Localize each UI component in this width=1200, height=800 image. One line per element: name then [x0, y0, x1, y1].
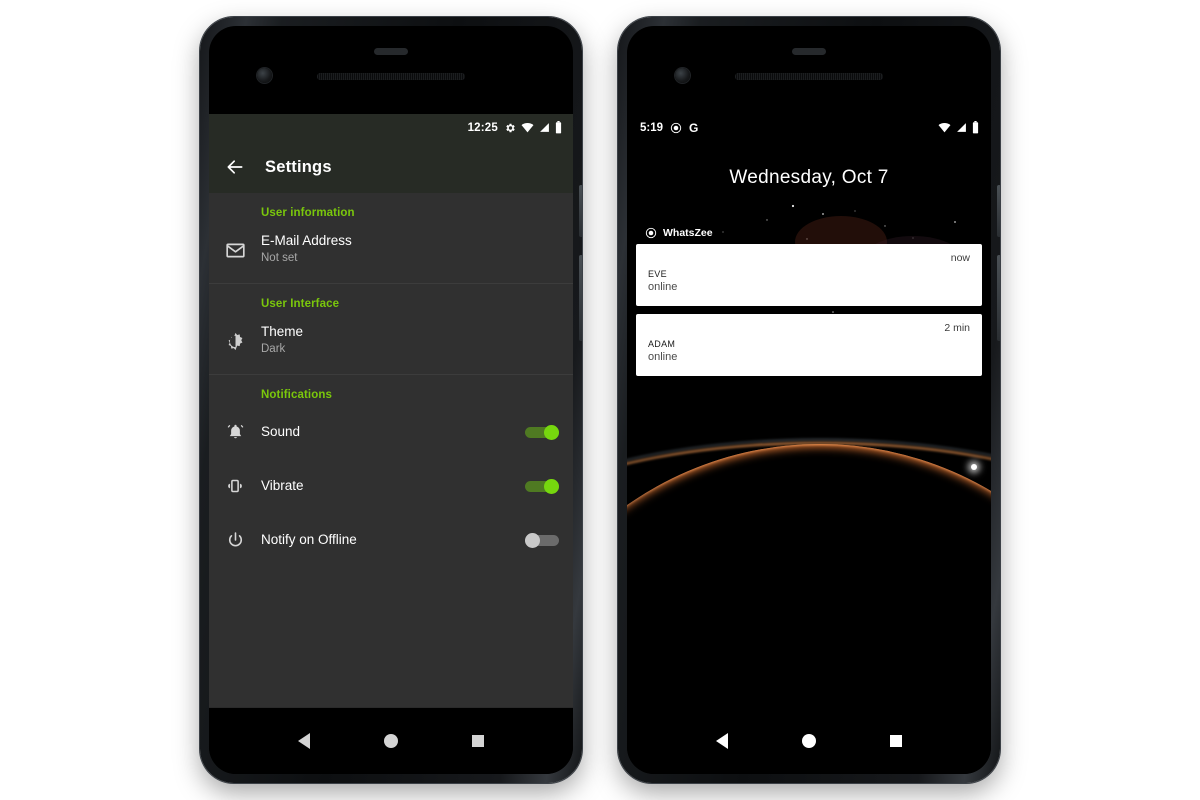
earpiece-speaker — [317, 73, 465, 80]
notification-title: Adam — [648, 335, 676, 350]
wifi-icon — [938, 122, 951, 133]
settings-row-email-address[interactable]: E-Mail Address Not set — [209, 223, 573, 277]
notification-card[interactable]: now Eve online — [636, 244, 982, 306]
notify-on-offline-toggle[interactable] — [525, 533, 559, 548]
settings-section-user-interface: User Interface Theme Dark — [209, 283, 573, 374]
whatszee-icon — [645, 227, 657, 239]
front-camera — [675, 68, 690, 83]
settings-screen: 12:25 Settings User information E-Mail A… — [209, 114, 573, 708]
section-header: User information — [261, 207, 355, 219]
nav-recents-icon[interactable] — [890, 735, 902, 747]
top-sensor-slot — [792, 48, 826, 55]
volume-button[interactable] — [997, 255, 1000, 341]
vibrate-toggle[interactable] — [525, 479, 559, 494]
status-bar: 5:19 G — [627, 114, 991, 141]
page-title: Settings — [265, 157, 332, 176]
back-arrow-icon[interactable] — [225, 157, 245, 177]
earpiece-speaker — [735, 73, 883, 80]
row-subtitle: Dark — [261, 343, 286, 356]
power-button[interactable] — [579, 185, 582, 237]
row-text: E-Mail Address Not set — [261, 233, 559, 266]
row-text: Vibrate — [261, 478, 525, 495]
notification-status: online — [648, 281, 678, 293]
row-title: Notify on Offline — [261, 531, 357, 547]
notification-status: online — [648, 351, 678, 363]
nav-back-icon[interactable] — [298, 733, 310, 749]
toggle-knob — [525, 533, 540, 548]
settings-phone-body: 12:25 Settings User information E-Mail A… — [209, 26, 573, 774]
notification-app-name: WhatsZee — [663, 227, 713, 239]
row-title: Vibrate — [261, 477, 304, 493]
power-icon — [209, 530, 261, 551]
battery-icon — [555, 121, 562, 134]
top-sensor-slot — [374, 48, 408, 55]
lockscreen-phone: 5:19 G Wednesday, Oct 7 WhatsZee now eve… — [618, 17, 1000, 783]
row-title: Sound — [261, 423, 301, 439]
notification-shade: WhatsZee now Eve online 2 min Adam onlin… — [627, 227, 991, 376]
row-text: Theme Dark — [261, 324, 559, 357]
row-subtitle: Not set — [261, 252, 298, 265]
toggle-knob — [544, 479, 559, 494]
volume-button[interactable] — [579, 255, 582, 341]
nav-home-icon[interactable] — [802, 734, 816, 748]
status-bar-icons — [504, 121, 562, 134]
navigation-bar — [209, 708, 573, 774]
notification-time: 2 min — [944, 322, 970, 334]
status-bar-left: 5:19 G — [640, 121, 698, 135]
gear-icon — [504, 122, 516, 134]
row-title: Theme — [261, 324, 304, 340]
app-bar: Settings — [209, 141, 573, 193]
status-bar-time: 5:19 — [640, 121, 664, 134]
nav-home-icon[interactable] — [384, 734, 398, 748]
row-title: E-Mail Address — [261, 233, 352, 249]
bell-icon — [209, 422, 261, 443]
row-text: Sound — [261, 424, 525, 441]
status-bar-icons — [938, 121, 979, 134]
status-bar-time: 12:25 — [467, 121, 498, 134]
power-button[interactable] — [997, 185, 1000, 237]
settings-row-theme[interactable]: Theme Dark — [209, 314, 573, 368]
notification-title: Eve — [648, 265, 667, 280]
settings-row-vibrate[interactable]: Vibrate — [209, 459, 573, 513]
wallpaper-space-planet — [627, 114, 991, 708]
settings-phone: 12:25 Settings User information E-Mail A… — [200, 17, 582, 783]
google-g-icon: G — [689, 120, 699, 135]
row-text: Notify on Offline — [261, 532, 525, 549]
lockscreen-phone-body: 5:19 G Wednesday, Oct 7 WhatsZee now eve… — [627, 26, 991, 774]
settings-row-sound[interactable]: Sound — [209, 405, 573, 459]
battery-icon — [972, 121, 979, 134]
sound-toggle[interactable] — [525, 425, 559, 440]
whatszee-icon — [670, 122, 682, 134]
lockscreen-date: Wednesday, Oct 7 — [729, 167, 889, 188]
nav-back-icon[interactable] — [716, 733, 728, 749]
signal-icon — [539, 122, 550, 133]
navigation-bar — [627, 708, 991, 774]
mockup-stage: 12:25 Settings User information E-Mail A… — [0, 0, 1200, 800]
section-header: User Interface — [261, 298, 340, 310]
wifi-icon — [521, 122, 534, 133]
notification-app-header: WhatsZee — [627, 227, 991, 244]
vibrate-icon — [209, 475, 261, 497]
settings-section-user-information: User information E-Mail Address Not set — [209, 193, 573, 283]
settings-row-notify-on-offline[interactable]: Notify on Offline — [209, 513, 573, 567]
status-bar: 12:25 — [209, 114, 573, 141]
bright-star — [971, 464, 977, 470]
notification-card[interactable]: 2 min Adam online — [636, 314, 982, 376]
notification-time: now — [950, 252, 970, 264]
wallpaper-bottom-fade — [627, 478, 991, 708]
lockscreen-screen: 5:19 G Wednesday, Oct 7 WhatsZee now eve… — [627, 114, 991, 708]
signal-icon — [956, 122, 967, 133]
envelope-icon — [209, 240, 261, 261]
front-camera — [257, 68, 272, 83]
nav-recents-icon[interactable] — [472, 735, 484, 747]
toggle-knob — [544, 425, 559, 440]
settings-list: User information E-Mail Address Not set … — [209, 193, 573, 708]
settings-section-notifications: Notifications Sound Vibrate Notify on Of… — [209, 374, 573, 573]
section-header: Notifications — [261, 389, 332, 401]
brightness-icon — [209, 331, 261, 352]
